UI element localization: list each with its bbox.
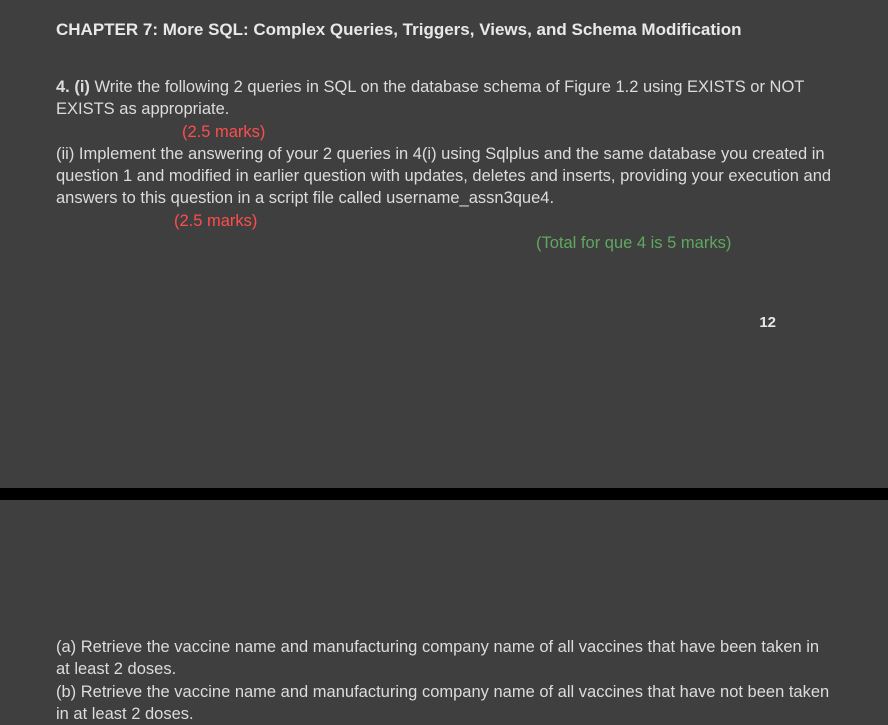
q4-part-ii-marks: (2.5 marks) xyxy=(56,210,832,232)
q4-part-i-marks: (2.5 marks) xyxy=(56,121,832,143)
page-divider xyxy=(0,488,888,500)
page-bottom: (a) Retrieve the vaccine name and manufa… xyxy=(0,500,888,725)
answer-a: (a) Retrieve the vaccine name and manufa… xyxy=(56,636,832,681)
q4-total: (Total for que 4 is 5 marks) xyxy=(56,232,832,254)
question-4: 4. (i) Write the following 2 queries in … xyxy=(56,76,832,254)
q4-part-ii-text: (ii) Implement the answering of your 2 q… xyxy=(56,143,832,210)
chapter-title: CHAPTER 7: More SQL: Complex Queries, Tr… xyxy=(56,20,832,40)
answer-b: (b) Retrieve the vaccine name and manufa… xyxy=(56,681,832,725)
q4-part-i-label: 4. (i) xyxy=(56,78,95,96)
q4-part-i: 4. (i) Write the following 2 queries in … xyxy=(56,76,832,121)
page-number: 12 xyxy=(56,314,832,331)
page-top: CHAPTER 7: More SQL: Complex Queries, Tr… xyxy=(0,0,888,400)
q4-part-i-text: Write the following 2 queries in SQL on … xyxy=(56,78,804,118)
